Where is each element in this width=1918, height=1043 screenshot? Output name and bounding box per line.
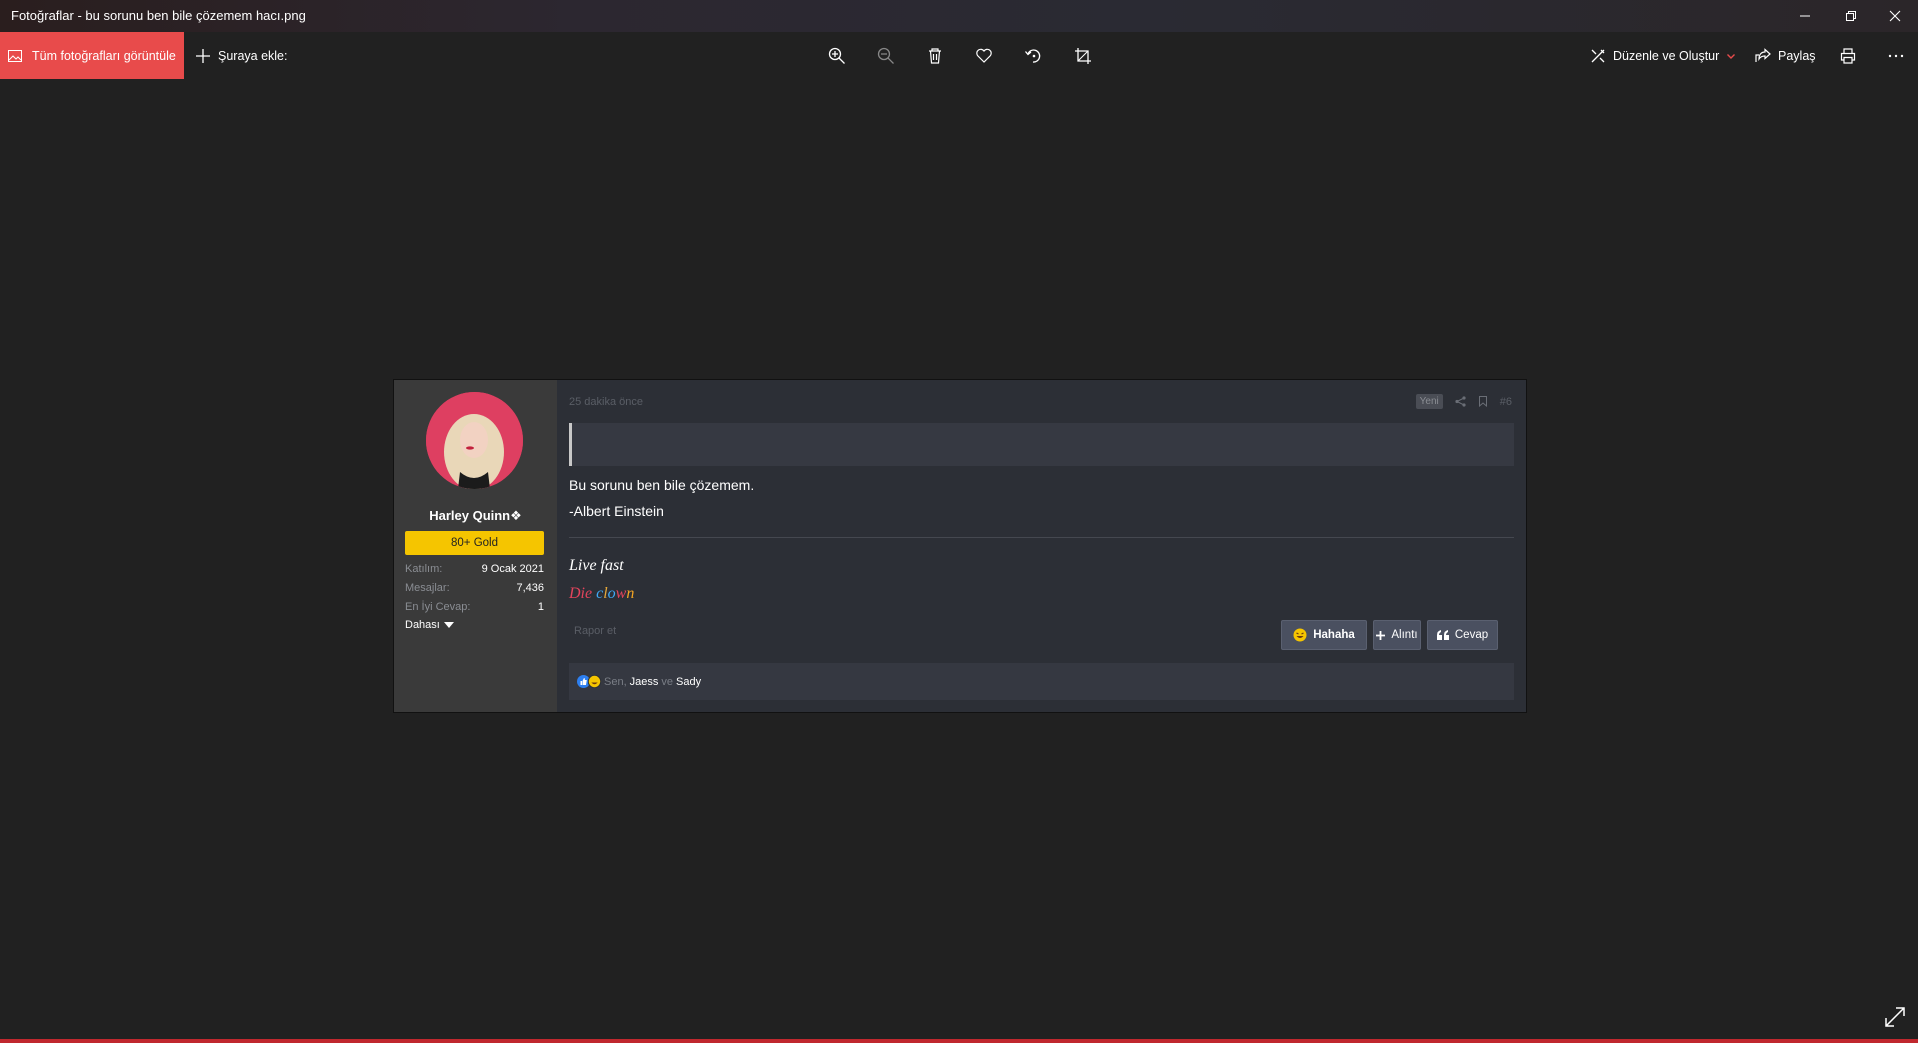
more-dropdown[interactable]: Dahası — [405, 619, 454, 631]
quote-block — [569, 423, 1514, 466]
signature-die: Die — [569, 585, 593, 602]
zoom-out-button[interactable] — [874, 44, 898, 68]
more-options-button[interactable] — [1884, 44, 1908, 68]
toolbar: Tüm fotoğrafları görüntüle Şuraya ekle: … — [0, 32, 1918, 79]
caret-down-icon — [443, 622, 454, 628]
laughing-reaction-icon — [588, 675, 601, 688]
plus-icon — [196, 48, 210, 63]
print-icon — [1840, 48, 1856, 64]
stat-best-answer: En İyi Cevap: 1 — [405, 601, 544, 613]
zoom-in-icon — [828, 47, 845, 64]
add-to-button[interactable]: Şuraya ekle: — [196, 32, 287, 79]
displayed-image: Harley Quinn❖ 80+ Gold Katılım: 9 Ocak 2… — [393, 379, 1527, 713]
stat-messages: Mesajlar: 7,436 — [405, 582, 544, 594]
avatar-photo — [426, 392, 523, 489]
new-badge: Yeni — [1415, 394, 1443, 409]
delete-button[interactable] — [923, 44, 947, 68]
minimize-icon — [1800, 15, 1810, 17]
window-title: Fotoğraflar - bu sorunu ben bile çözemem… — [11, 8, 306, 23]
rank-badge: 80+ Gold — [405, 531, 544, 555]
quote-button[interactable]: Alıntı — [1373, 620, 1421, 650]
quote-marks-icon — [1436, 630, 1449, 640]
post-user-panel: Harley Quinn❖ 80+ Gold Katılım: 9 Ocak 2… — [394, 380, 557, 712]
share-icon — [1755, 47, 1771, 62]
print-button[interactable] — [1836, 44, 1860, 68]
rotate-icon — [1025, 49, 1041, 63]
report-link[interactable]: Rapor et — [574, 625, 616, 637]
ellipsis-icon — [1888, 54, 1904, 58]
crop-icon — [1075, 48, 1091, 64]
reaction-and: ve — [661, 675, 674, 688]
edit-icon — [1591, 49, 1605, 62]
edit-create-button[interactable]: Düzenle ve Oluştur — [1590, 32, 1736, 79]
avatar — [426, 392, 523, 489]
zoom-out-icon — [877, 47, 894, 64]
restore-button[interactable] — [1828, 0, 1874, 32]
signature-line-2: Die clown — [569, 585, 634, 603]
restore-icon — [1846, 11, 1856, 21]
crop-button[interactable] — [1071, 44, 1095, 68]
post-body-line-1: Bu sorunu ben bile çözemem. — [569, 477, 755, 493]
post-number[interactable]: #6 — [1500, 396, 1512, 408]
signature-line-1: Live fast — [569, 557, 624, 574]
signature-clown-letter: o — [607, 585, 616, 602]
share-icon[interactable] — [1455, 396, 1466, 407]
rotate-button[interactable] — [1021, 44, 1045, 68]
hahaha-button[interactable]: Hahaha — [1281, 620, 1367, 650]
share-label: Paylaş — [1778, 48, 1816, 63]
close-icon — [1889, 10, 1901, 22]
plus-icon — [1376, 630, 1386, 640]
post-actions: Yeni #6 — [1415, 394, 1512, 409]
share-button[interactable]: Paylaş — [1755, 32, 1816, 79]
heart-icon — [976, 48, 992, 63]
close-button[interactable] — [1872, 0, 1918, 32]
favorite-button[interactable] — [972, 44, 996, 68]
zoom-in-button[interactable] — [825, 44, 849, 68]
stat-joined: Katılım: 9 Ocak 2021 — [405, 563, 544, 575]
post-time[interactable]: 25 dakika önce — [569, 396, 643, 408]
signature-clown-letter: w — [615, 585, 627, 602]
post-body-line-2: -Albert Einstein — [569, 503, 664, 519]
trash-icon — [929, 48, 941, 64]
title-bar: Fotoğraflar - bu sorunu ben bile çözemem… — [0, 0, 1918, 32]
laughing-emoji-icon — [1293, 628, 1307, 642]
reply-button[interactable]: Cevap — [1427, 620, 1498, 650]
fullscreen-button[interactable] — [1884, 1006, 1906, 1028]
add-to-label: Şuraya ekle: — [218, 48, 288, 63]
photo-icon — [8, 49, 22, 62]
username[interactable]: Harley Quinn❖ — [394, 508, 557, 524]
view-all-photos-button[interactable]: Tüm fotoğrafları görüntüle — [0, 32, 184, 79]
bookmark-icon[interactable] — [1478, 396, 1488, 407]
edit-create-label: Düzenle ve Oluştur — [1613, 48, 1720, 63]
reaction-you: Sen, — [604, 675, 627, 688]
signature-clown: clown — [596, 585, 634, 602]
reaction-user-jaess[interactable]: Jaess — [630, 676, 659, 688]
reactions-bar: Sen, Jaess ve Sady — [569, 663, 1514, 700]
expand-icon — [1885, 1007, 1905, 1027]
filmstrip-progress-bar — [0, 1039, 1918, 1043]
chevron-down-icon — [1727, 53, 1736, 59]
view-all-photos-label: Tüm fotoğrafları görüntüle — [32, 48, 176, 63]
minimize-button[interactable] — [1782, 0, 1828, 32]
signature-divider — [569, 537, 1514, 538]
reaction-user-sady[interactable]: Sady — [676, 676, 701, 688]
post-content: 25 dakika önce Yeni #6 Bu sorunu ben bil… — [557, 380, 1526, 712]
signature-clown-letter: n — [626, 585, 635, 602]
